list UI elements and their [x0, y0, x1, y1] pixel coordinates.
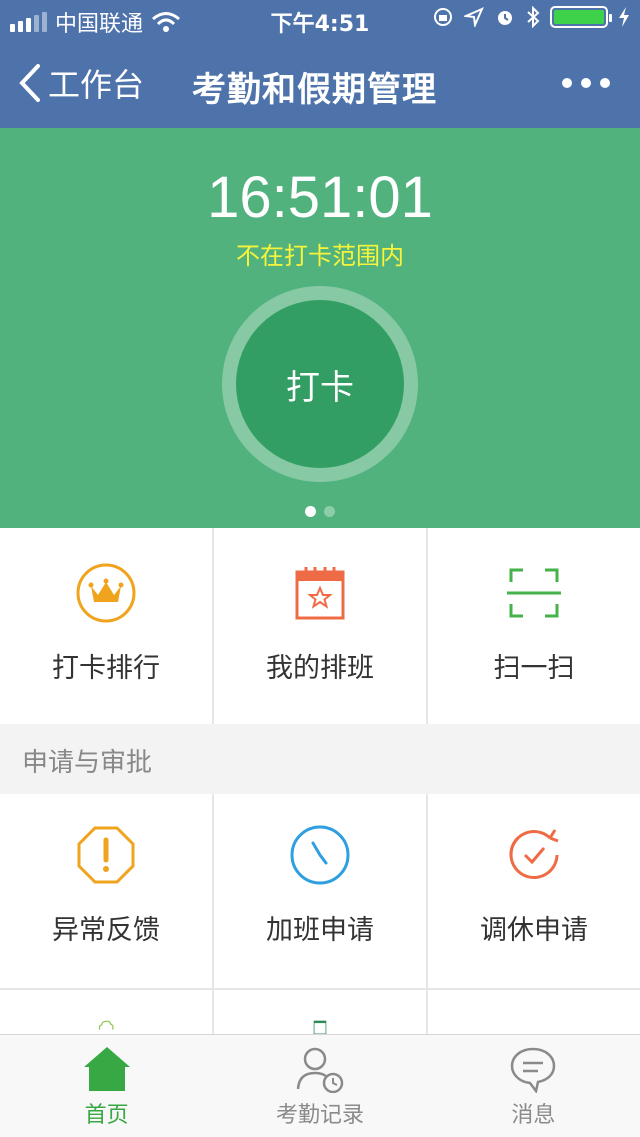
more-dot: [600, 78, 610, 88]
tab-label: 消息: [511, 1103, 556, 1128]
page-dot[interactable]: [324, 506, 335, 517]
clock-icon: [290, 825, 350, 885]
section-title: 申请与审批: [22, 748, 153, 778]
current-clock: 16:51:01: [207, 165, 433, 230]
clock-check-icon: [509, 829, 559, 880]
quick-action-ranking[interactable]: 打卡排行: [0, 528, 212, 724]
back-label: 工作台: [48, 66, 145, 104]
user-clock-icon: [296, 1047, 344, 1093]
message-icon: [511, 1047, 556, 1093]
calendar-star-icon: [295, 567, 345, 620]
approval-item-empty: [428, 990, 640, 1036]
page-title: 考勤和假期管理: [192, 70, 437, 110]
quick-action-label: 我的排班: [266, 653, 374, 684]
tab-label: 首页: [84, 1103, 129, 1128]
tab-label: 考勤记录: [275, 1103, 364, 1128]
rotation-lock-icon: [434, 8, 452, 26]
status-bar: 中国联通 下午4:51: [0, 0, 640, 40]
chevron-left-icon: [19, 64, 40, 102]
quick-actions-grid: 打卡排行 我的排班 扫一扫: [0, 528, 640, 724]
tab-home[interactable]: 首页: [0, 1035, 213, 1137]
charging-icon: [619, 7, 629, 27]
alarm-icon: [498, 11, 512, 25]
more-dot: [581, 78, 591, 88]
punch-panel: 16:51:01 不在打卡范围内 打卡: [0, 128, 640, 528]
approval-section-header: 申请与审批: [0, 724, 640, 794]
location-icon: [464, 7, 484, 27]
tab-bar: 首页 考勤记录 消息: [0, 1034, 640, 1137]
quick-action-schedule[interactable]: 我的排班: [214, 528, 426, 724]
battery-icon: [550, 6, 612, 28]
approval-item-label: 加班申请: [266, 915, 374, 946]
approval-item-overtime[interactable]: 加班申请: [214, 794, 426, 988]
bluetooth-icon: [527, 6, 540, 28]
page-dot-active[interactable]: [305, 506, 316, 517]
approval-grid: 异常反馈 加班申请 调休申请: [0, 794, 640, 1036]
crown-icon: [76, 563, 136, 623]
range-status: 不在打卡范围内: [236, 242, 404, 270]
more-button[interactable]: [562, 78, 610, 88]
status-right: [432, 6, 630, 28]
back-button[interactable]: 工作台: [14, 58, 144, 108]
approval-item-label: 调休申请: [480, 915, 588, 946]
quick-action-label: 打卡排行: [52, 653, 160, 684]
approval-item-label: 异常反馈: [52, 915, 160, 946]
tab-attendance-records[interactable]: 考勤记录: [213, 1035, 426, 1137]
approval-item-exception[interactable]: 异常反馈: [0, 794, 212, 988]
tab-messages[interactable]: 消息: [427, 1035, 640, 1137]
scan-icon: [507, 568, 561, 618]
punch-ring: 打卡: [222, 286, 418, 482]
approval-item-compensatory-leave[interactable]: 调休申请: [428, 794, 640, 988]
more-dot: [562, 78, 572, 88]
approval-item-cloud[interactable]: [0, 990, 212, 1036]
home-icon: [83, 1047, 130, 1091]
quick-action-label: 扫一扫: [493, 653, 575, 684]
approval-item-calendar[interactable]: [214, 990, 426, 1036]
navigation-bar: 工作台 考勤和假期管理: [0, 40, 640, 128]
page-indicator[interactable]: [0, 506, 640, 517]
warning-octagon-icon: [77, 826, 135, 884]
quick-action-scan[interactable]: 扫一扫: [428, 528, 640, 724]
punch-button[interactable]: 打卡: [236, 300, 404, 468]
